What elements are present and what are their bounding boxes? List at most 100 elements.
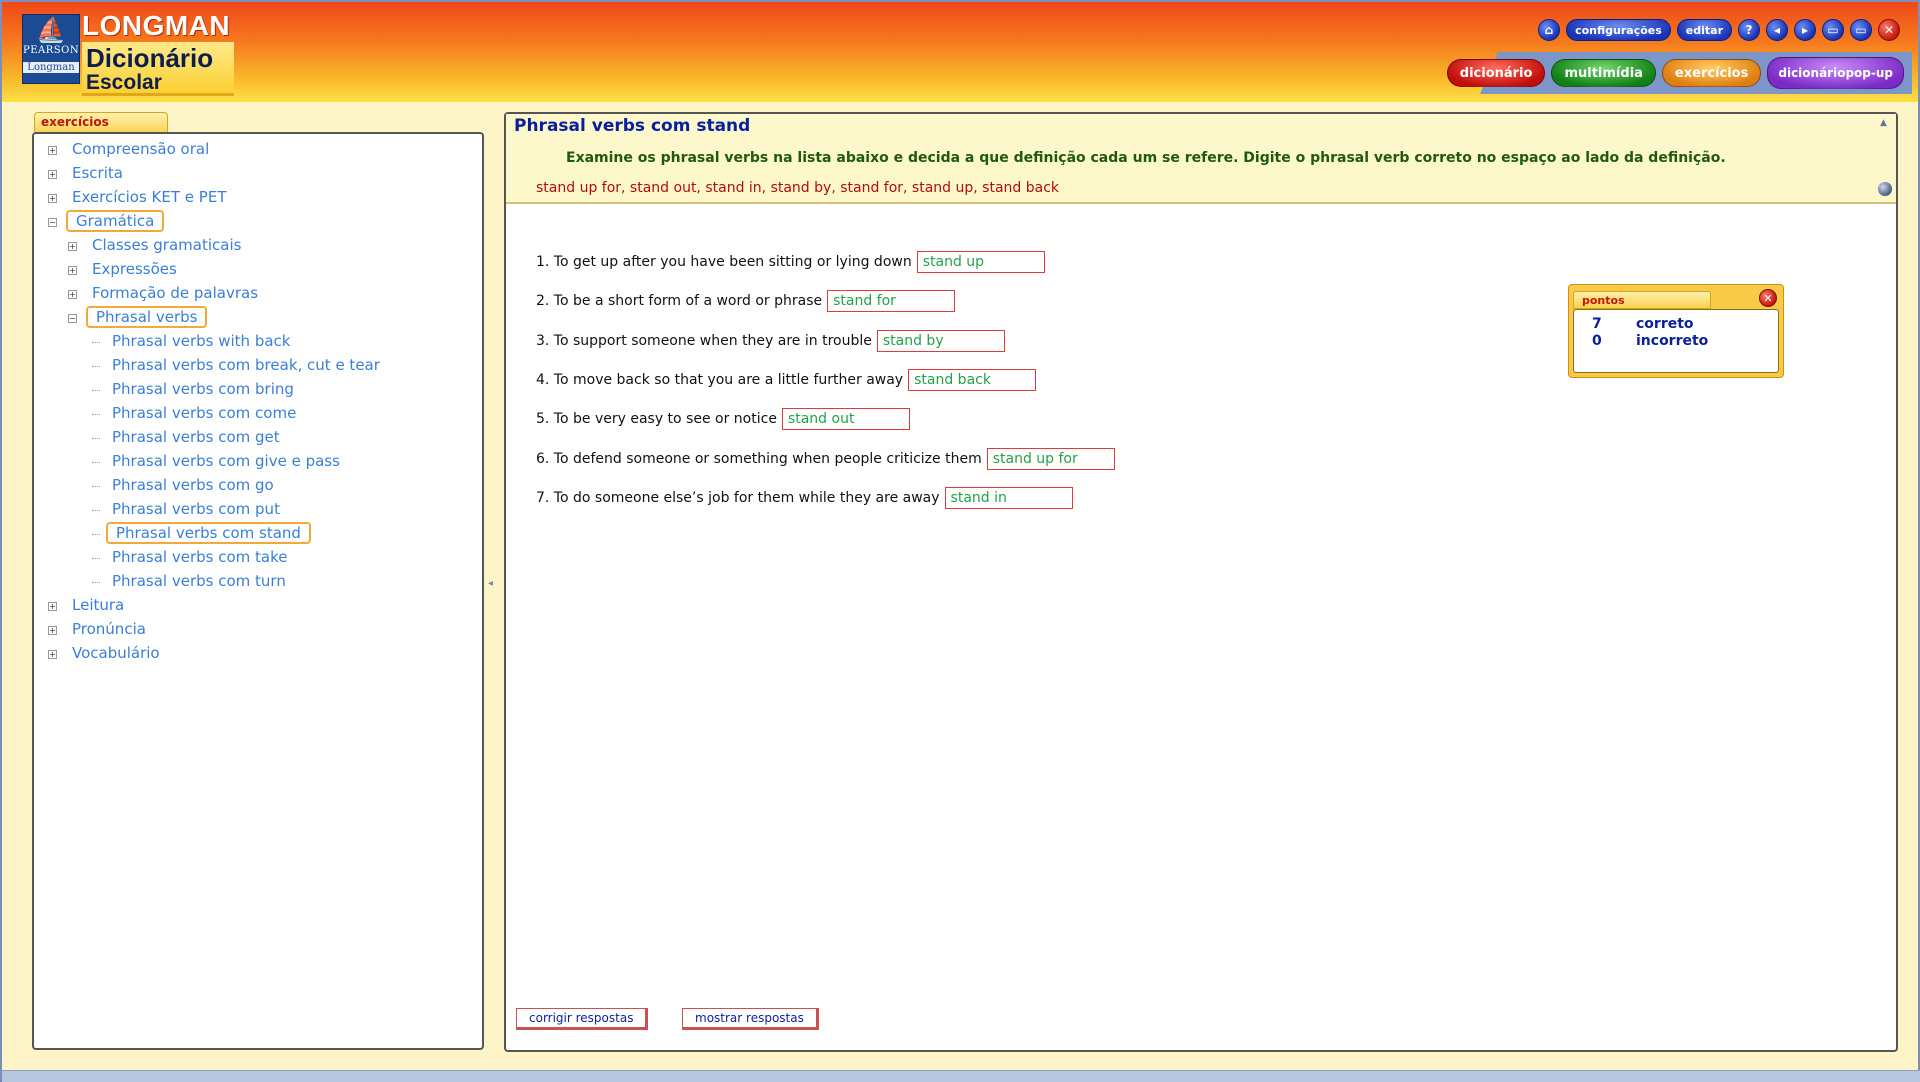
tree-item[interactable]: − Gramática	[34, 210, 482, 234]
answer-input[interactable]	[781, 408, 910, 431]
tree-item-label[interactable]: Escrita	[66, 164, 129, 182]
tree-item[interactable]: + Compreensão oral	[34, 138, 482, 162]
expand-icon[interactable]: +	[48, 602, 57, 611]
answer-input[interactable]	[986, 447, 1115, 470]
tree-item-label[interactable]: Expressões	[86, 260, 183, 278]
question-row: 5. To be very easy to see or notice	[536, 407, 910, 431]
tree-item-label[interactable]: Pronúncia	[66, 620, 152, 638]
show-answers-button[interactable]: mostrar respostas	[682, 1008, 819, 1030]
page-title: Phrasal verbs com stand	[514, 116, 751, 136]
tree-connector	[92, 462, 100, 463]
answer-input[interactable]	[876, 329, 1005, 352]
tree-item[interactable]: Phrasal verbs com turn	[34, 570, 482, 594]
answer-input[interactable]	[827, 290, 956, 313]
tree-item[interactable]: Phrasal verbs com get	[34, 426, 482, 450]
tree-item-label[interactable]: Compreensão oral	[66, 140, 215, 158]
brand-top: LONGMAN	[82, 10, 231, 41]
tree-item-label[interactable]: Formação de palavras	[86, 284, 264, 302]
expand-icon[interactable]: +	[48, 146, 57, 155]
tree-item-label[interactable]: Phrasal verbs com put	[106, 500, 286, 518]
instructions: Examine os phrasal verbs na lista abaixo…	[566, 150, 1726, 166]
tree-item[interactable]: Phrasal verbs com give e pass	[34, 450, 482, 474]
tree-item-label[interactable]: Leitura	[66, 596, 130, 614]
tree-item[interactable]: − Phrasal verbs	[34, 306, 482, 330]
tree-item[interactable]: Phrasal verbs com put	[34, 498, 482, 522]
score-incorrect-row: 0 incorreto	[1592, 333, 1778, 350]
tree-item-label[interactable]: Phrasal verbs with back	[106, 332, 296, 350]
tree-item[interactable]: Phrasal verbs with back	[34, 330, 482, 354]
sidebar-tab[interactable]: exercícios	[34, 112, 168, 132]
tree-item[interactable]: + Vocabulário	[34, 642, 482, 666]
tree-item[interactable]: Phrasal verbs com go	[34, 474, 482, 498]
expand-icon[interactable]: +	[68, 266, 77, 275]
tree-item[interactable]: Phrasal verbs com come	[34, 402, 482, 426]
tree-item[interactable]: + Leitura	[34, 594, 482, 618]
tree-item-label[interactable]: Phrasal verbs com bring	[106, 380, 300, 398]
collapse-icon[interactable]: −	[48, 218, 57, 227]
tree-item-label[interactable]: Classes gramaticais	[86, 236, 247, 254]
question-text: 4. To move back so that you are a little…	[536, 371, 904, 388]
score-popup[interactable]: pontos ✕ 7 correto 0 incorreto	[1568, 284, 1784, 378]
tree-item[interactable]: + Exercícios KET e PET	[34, 186, 482, 210]
tree-item-label[interactable]: Vocabulário	[66, 644, 166, 662]
expand-icon[interactable]: +	[48, 650, 57, 659]
expand-icon[interactable]: +	[48, 170, 57, 179]
tree-item[interactable]: + Formação de palavras	[34, 282, 482, 306]
expand-icon[interactable]: +	[48, 194, 57, 203]
tab-dictionary[interactable]: dicionário	[1446, 59, 1546, 87]
answer-input[interactable]	[944, 486, 1073, 509]
tree-item[interactable]: + Classes gramaticais	[34, 234, 482, 258]
tree-item-label[interactable]: Phrasal verbs com stand	[106, 522, 311, 544]
tree-item-label[interactable]: Phrasal verbs com come	[106, 404, 302, 422]
scroll-thumb[interactable]	[1878, 182, 1892, 196]
exercise-tree: + Compreensão oral + Escrita + Exercícios KET…	[32, 132, 484, 1050]
tree-item-label[interactable]: Gramática	[66, 210, 165, 232]
score-correct-row: 7 correto	[1592, 316, 1778, 333]
answer-input[interactable]	[908, 368, 1037, 391]
question-row: 4. To move back so that you are a little…	[536, 368, 1037, 392]
tab-popup-line1: dicionário	[1778, 65, 1846, 80]
forward-icon[interactable]: ▸	[1794, 19, 1816, 41]
header-scrollbar[interactable]: ▲	[1878, 118, 1892, 200]
collapse-icon[interactable]: −	[68, 314, 77, 323]
tree-item[interactable]: Phrasal verbs com take	[34, 546, 482, 570]
tree-item-label[interactable]: Phrasal verbs com go	[106, 476, 280, 494]
tree-item[interactable]: Phrasal verbs com stand	[34, 522, 482, 546]
brand-subtitle: Escolar	[86, 71, 162, 94]
close-icon[interactable]: ✕	[1759, 289, 1777, 307]
answer-input[interactable]	[916, 251, 1045, 273]
check-answers-button[interactable]: corrigir respostas	[516, 1008, 649, 1030]
scroll-up-icon[interactable]: ▲	[1880, 118, 1887, 128]
maximize-icon[interactable]: ▭	[1850, 19, 1872, 41]
tree-item[interactable]: + Escrita	[34, 162, 482, 186]
expand-icon[interactable]: +	[48, 626, 57, 635]
tree-item[interactable]: + Expressões	[34, 258, 482, 282]
tree-item-label[interactable]: Phrasal verbs	[86, 306, 208, 328]
tree-item-label[interactable]: Phrasal verbs com break, cut e tear	[106, 356, 386, 374]
tree-item-label[interactable]: Phrasal verbs com give e pass	[106, 452, 346, 470]
tab-multimedia[interactable]: multimídia	[1551, 59, 1656, 87]
tab-exercises[interactable]: exercícios	[1661, 59, 1762, 87]
tab-popup-dictionary[interactable]: dicionário pop-up	[1767, 57, 1904, 89]
tree-connector	[92, 582, 100, 583]
edit-button[interactable]: editar	[1676, 19, 1732, 41]
tree-item[interactable]: Phrasal verbs com break, cut e tear	[34, 354, 482, 378]
settings-button[interactable]: configurações	[1566, 19, 1671, 41]
collapse-arrow-icon[interactable]: ◂	[488, 578, 493, 589]
expand-icon[interactable]: +	[68, 290, 77, 299]
brand-box: Dicionário Escolar	[82, 42, 234, 96]
panel-splitter[interactable]: ◂	[486, 112, 498, 1052]
incorrect-count: 0	[1592, 333, 1602, 349]
back-icon[interactable]: ◂	[1766, 19, 1788, 41]
home-icon[interactable]: ⌂	[1538, 19, 1561, 41]
tree-item-label[interactable]: Phrasal verbs com take	[106, 548, 294, 566]
expand-icon[interactable]: +	[68, 242, 77, 251]
help-icon[interactable]: ?	[1738, 19, 1760, 41]
tree-item[interactable]: Phrasal verbs com bring	[34, 378, 482, 402]
tree-item-label[interactable]: Exercícios KET e PET	[66, 188, 232, 206]
tree-item-label[interactable]: Phrasal verbs com get	[106, 428, 286, 446]
tree-item-label[interactable]: Phrasal verbs com turn	[106, 572, 292, 590]
close-icon[interactable]: ✕	[1878, 19, 1900, 41]
minimize-icon[interactable]: ▭	[1822, 19, 1844, 41]
tree-item[interactable]: + Pronúncia	[34, 618, 482, 642]
